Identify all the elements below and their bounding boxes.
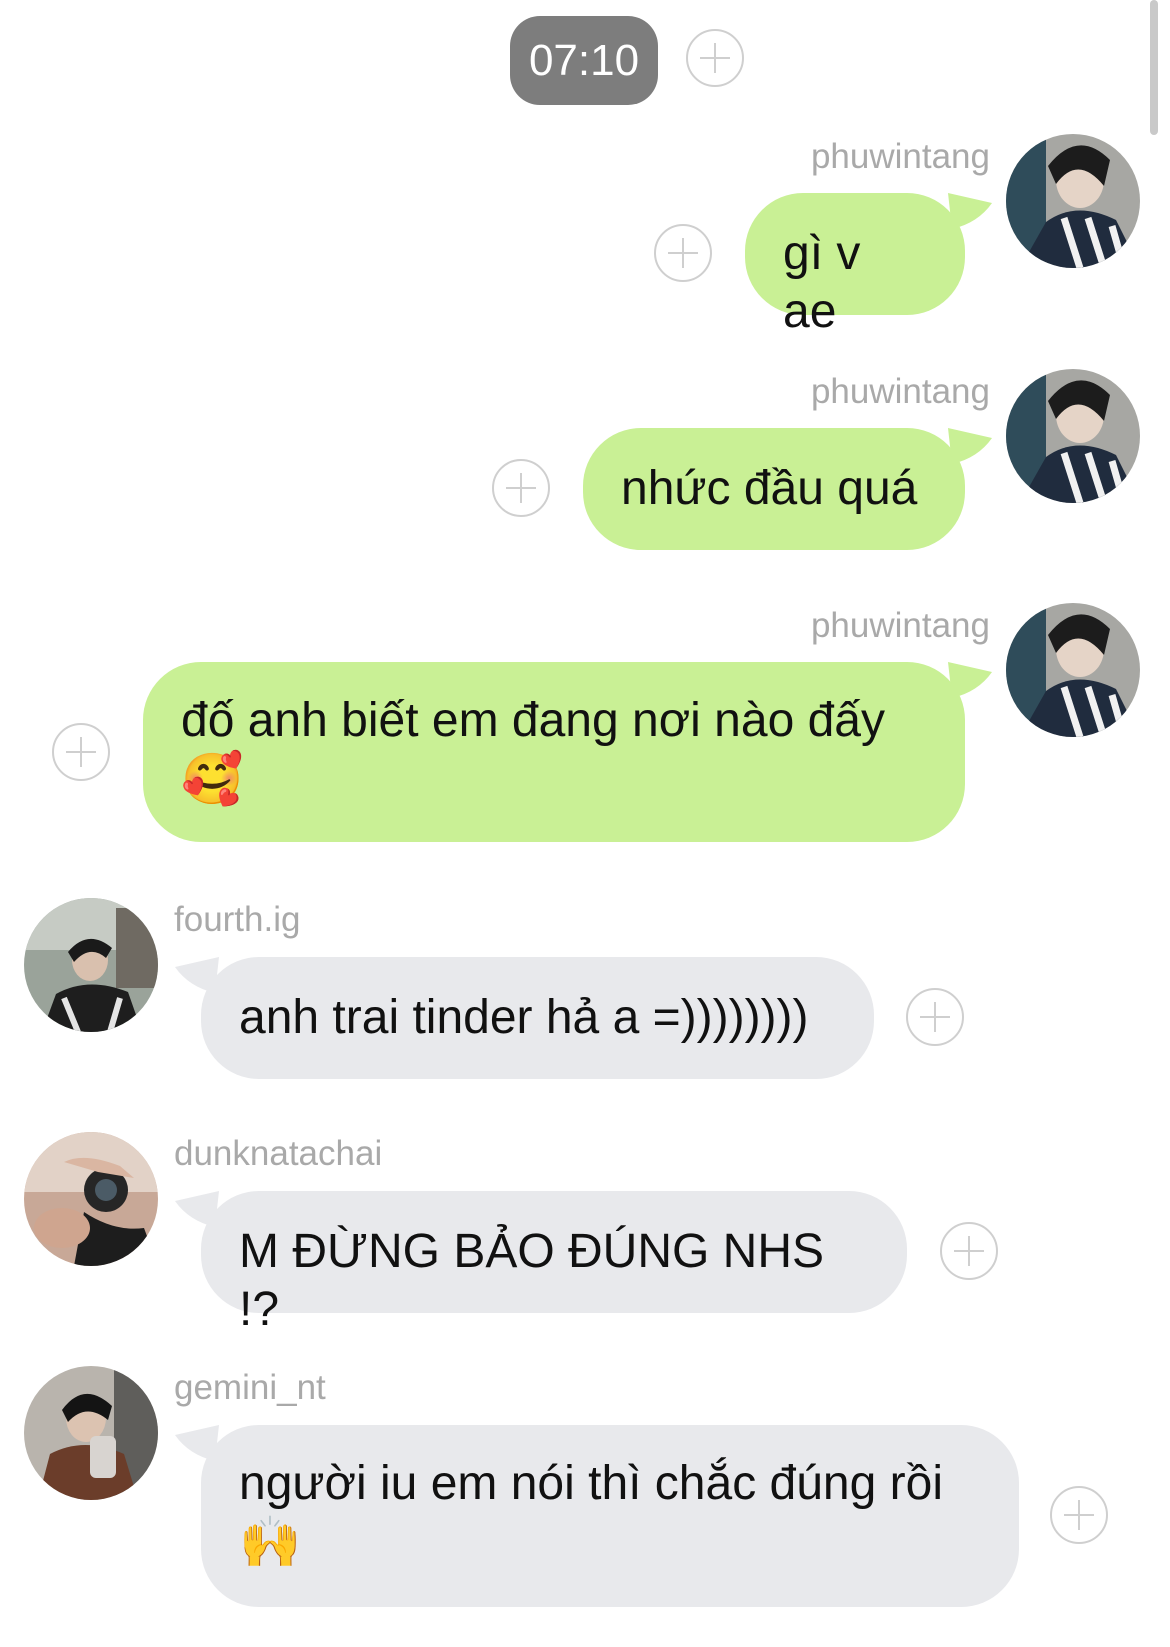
message-text: người iu em nói thì chắc đúng rồi bbox=[239, 1457, 943, 1510]
bubble-tail bbox=[948, 428, 992, 464]
message-bubble[interactable]: M ĐỪNG BẢO ĐÚNG NHS !? bbox=[201, 1191, 907, 1336]
sender-name: gemini_nt bbox=[174, 1368, 326, 1407]
avatar-phuwintang[interactable] bbox=[1006, 603, 1140, 737]
sender-name: phuwintang bbox=[810, 606, 990, 645]
message-text: M ĐỪNG BẢO ĐÚNG NHS !? bbox=[239, 1225, 825, 1336]
add-reaction-icon[interactable] bbox=[654, 224, 712, 282]
add-reaction-icon[interactable] bbox=[52, 723, 110, 781]
sender-name: phuwintang bbox=[810, 137, 990, 176]
raising-hands-emoji: 🙌 bbox=[239, 1514, 302, 1570]
timestamp-pill: 07:10 bbox=[510, 16, 658, 105]
message-text: nhức đầu quá bbox=[621, 462, 918, 515]
add-reaction-icon[interactable] bbox=[906, 988, 964, 1046]
message-text: anh trai tinder hả a =)))))))) bbox=[239, 991, 809, 1044]
sender-name: phuwintang bbox=[810, 372, 990, 411]
message-bubble[interactable]: người iu em nói thì chắc đúng rồi 🙌 bbox=[201, 1425, 1019, 1607]
add-reaction-icon[interactable] bbox=[940, 1222, 998, 1280]
avatar-fourth[interactable] bbox=[24, 898, 158, 1032]
bubble-tail bbox=[948, 193, 992, 229]
message-bubble[interactable]: anh trai tinder hả a =)))))))) bbox=[201, 957, 874, 1079]
message-text: đố anh biết em đang nơi nào đấy bbox=[181, 694, 885, 747]
sender-name: fourth.ig bbox=[174, 900, 301, 939]
message-bubble[interactable]: đố anh biết em đang nơi nào đấy 🥰 bbox=[143, 662, 965, 842]
avatar-phuwintang[interactable] bbox=[1006, 134, 1140, 268]
avatar-phuwintang[interactable] bbox=[1006, 369, 1140, 503]
scrollbar[interactable] bbox=[1150, 0, 1158, 135]
add-reaction-icon[interactable] bbox=[686, 29, 744, 87]
sender-name: dunknatachai bbox=[174, 1134, 383, 1173]
message-bubble[interactable]: gì v ae bbox=[745, 193, 965, 338]
add-reaction-icon[interactable] bbox=[492, 459, 550, 517]
add-reaction-icon[interactable] bbox=[1050, 1486, 1108, 1544]
message-bubble[interactable]: nhức đầu quá bbox=[583, 428, 965, 550]
avatar-dunknatachai[interactable] bbox=[24, 1132, 158, 1266]
avatar-gemini[interactable] bbox=[24, 1366, 158, 1500]
smiling-face-hearts-emoji: 🥰 bbox=[181, 751, 244, 807]
message-text: gì v ae bbox=[783, 227, 861, 338]
bubble-tail bbox=[948, 662, 992, 698]
